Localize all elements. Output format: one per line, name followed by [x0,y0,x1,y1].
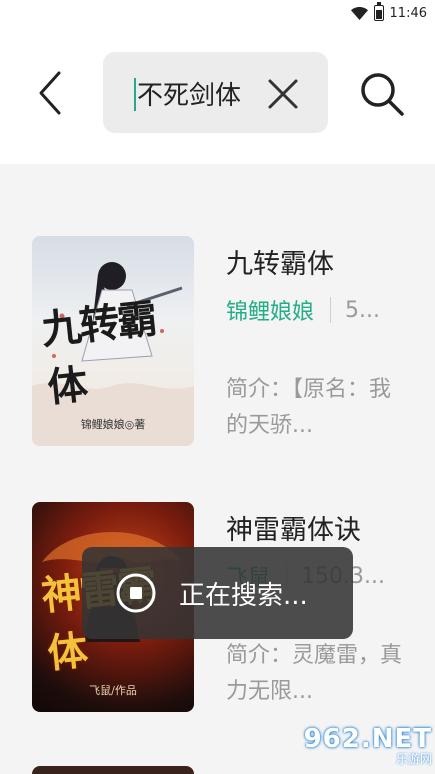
search-box[interactable] [103,52,328,133]
book-intro: 简介：灵魔雷，真力无限... [226,643,403,704]
search-icon [361,73,404,116]
book-author[interactable]: 锦鲤娘娘 [226,294,314,326]
search-input[interactable] [137,72,257,114]
book-title[interactable]: 神雷霸体诀 [226,508,361,547]
clear-search-button[interactable] [263,74,303,114]
search-results-list: 九转霸体 锦鲤娘娘◎著 九转霸体 锦鲤娘娘 5... 简介：【原名：我的天骄..… [0,164,435,774]
site-watermark: 962.NET 乐游网 [292,724,432,770]
book-item[interactable]: 九转霸体 锦鲤娘娘◎著 九转霸体 锦鲤娘娘 5... 简介：【原名：我的天骄..… [0,228,435,458]
book-cover[interactable]: 九转霸体 锦鲤娘娘◎著 [32,236,194,446]
status-bar: 11:46 [0,0,435,26]
watermark-subtitle: 乐游网 [395,752,432,766]
back-button[interactable] [28,68,72,118]
stop-circle-icon [115,572,157,614]
book-meta: 锦鲤娘娘 5... [226,294,380,326]
book-wordcount: 5... [345,297,380,323]
text-cursor [134,78,136,111]
close-icon [268,79,298,109]
chevron-left-icon [39,71,61,115]
wifi-icon [350,6,368,20]
meta-divider [330,297,332,323]
cover-author: 飞鼠/作品 [89,684,137,697]
book-title[interactable]: 九转霸体 [226,242,334,281]
next-book-cover-peek[interactable] [32,766,194,774]
loading-toast: 正在搜索... [82,547,353,639]
battery-icon [373,2,384,21]
book-intro: 简介：【原名：我的天骄... [226,377,392,438]
search-header [0,26,435,164]
status-time: 11:46 [389,5,427,21]
cover-author: 锦鲤娘娘◎著 [80,418,146,431]
status-icons: 11:46 [350,2,427,24]
search-button[interactable] [356,68,408,120]
cover-title: 九转霸体 [39,295,158,412]
toast-message: 正在搜索... [179,580,308,611]
